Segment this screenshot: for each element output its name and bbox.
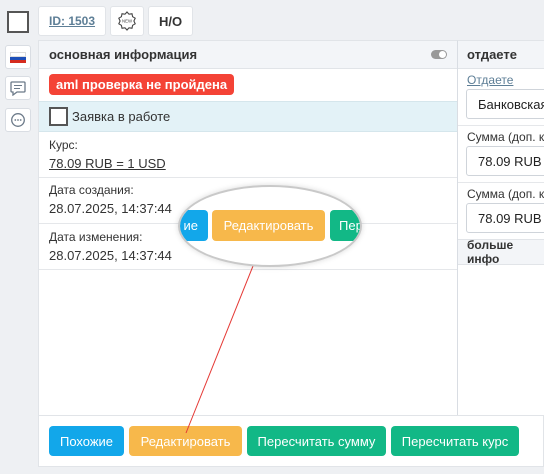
zoom-edit-button: Редактировать bbox=[212, 210, 325, 241]
zoom-magnifier: ие Редактировать Пер bbox=[178, 185, 362, 267]
zoom-similar-partial: ие bbox=[180, 210, 208, 241]
zoom-recalc-partial: Пер bbox=[330, 210, 360, 241]
